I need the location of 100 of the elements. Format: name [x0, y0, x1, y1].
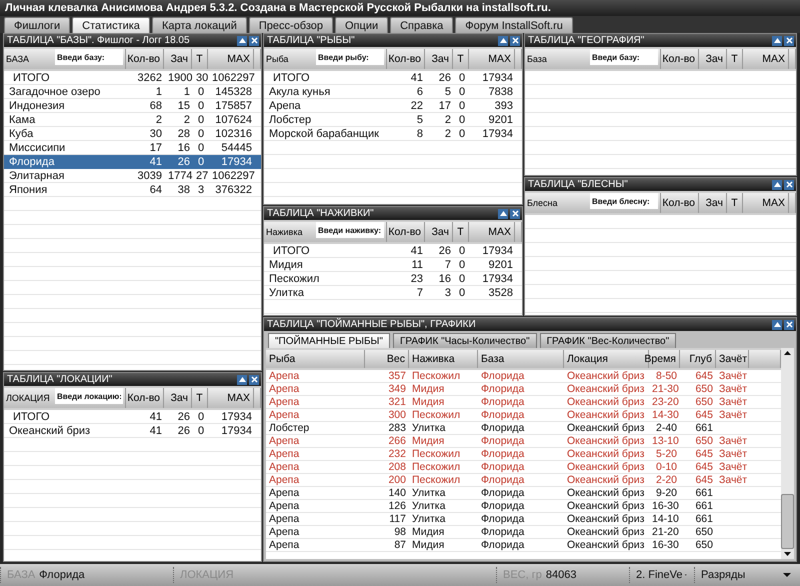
- column-header[interactable]: База: [527, 54, 547, 64]
- tab[interactable]: ГРАФИК "Часы-Количество": [392, 333, 537, 348]
- table-row[interactable]: Кама 2 2 0 107624: [4, 113, 261, 127]
- dropdown[interactable]: 2. FineVe: [629, 567, 694, 583]
- column-header[interactable]: MAX: [469, 49, 515, 69]
- table-row[interactable]: Куба 30 28 0 102316: [4, 127, 261, 141]
- tab[interactable]: Опции: [335, 17, 388, 33]
- close-button[interactable]: [784, 320, 794, 330]
- filter-field[interactable]: Введи локацию:: [55, 388, 123, 404]
- table-cell-text: 0: [196, 410, 206, 424]
- scroll-thumb[interactable]: [781, 494, 794, 549]
- table-cell-text: 645: [694, 461, 714, 474]
- filter-field[interactable]: Введи блесну:: [590, 193, 658, 209]
- table-row[interactable]: Океанский бриз 41 26 0 17934: [4, 424, 261, 438]
- column-header[interactable]: Кол-во: [126, 49, 164, 69]
- scrollbar[interactable]: [781, 348, 794, 559]
- close-button[interactable]: [784, 180, 794, 190]
- table-cell-text: Флорида: [480, 474, 526, 487]
- table-cell-text: 17: [148, 141, 163, 155]
- tab[interactable]: Пресс-обзор: [248, 17, 333, 33]
- column-header[interactable]: Т: [192, 49, 208, 69]
- collapse-button[interactable]: [498, 36, 508, 46]
- column-header[interactable]: Зач: [164, 49, 192, 69]
- table-row[interactable]: Япония 64 38 3 376322: [4, 183, 261, 197]
- column-header[interactable]: MAX: [469, 222, 515, 242]
- close-button[interactable]: [510, 208, 520, 218]
- table-cell-text: Океанский бриз: [566, 422, 646, 435]
- table-row[interactable]: Лобстер 5 2 0 9201: [264, 113, 522, 127]
- collapse-button[interactable]: [237, 374, 247, 384]
- tab[interactable]: Фишлоги: [4, 17, 70, 33]
- table-cell-text: 5-20: [654, 448, 678, 461]
- column-header[interactable]: Зач: [425, 49, 453, 69]
- collapse-button[interactable]: [498, 208, 508, 218]
- column-header[interactable]: Наживка: [266, 227, 302, 237]
- column-header[interactable]: Рыба: [266, 54, 288, 64]
- column-header[interactable]: База: [478, 350, 564, 368]
- column-header[interactable]: MAX: [208, 49, 254, 69]
- table-cell-text: Пескожил: [411, 409, 462, 422]
- tab[interactable]: Справка: [390, 17, 454, 33]
- column-header[interactable]: Глуб: [680, 350, 716, 368]
- table-row[interactable]: Элитарная 3039 1774 27 1062297: [4, 169, 261, 183]
- column-header[interactable]: Зач: [699, 49, 727, 69]
- column-header[interactable]: Наживка: [409, 350, 478, 368]
- table-row[interactable]: Миссисипи 17 16 0 54445: [4, 141, 261, 155]
- tab[interactable]: Форум InstallSoft.ru: [455, 17, 573, 33]
- column-header[interactable]: БАЗА: [6, 54, 30, 64]
- column-header[interactable]: Кол-во: [661, 49, 699, 69]
- table-cell-text: 2: [182, 113, 191, 127]
- table-cell-text: 145328: [214, 85, 253, 99]
- close-button[interactable]: [784, 36, 794, 46]
- table-row[interactable]: Улитка 7 3 0 3528: [264, 286, 522, 300]
- table-row[interactable]: Морской барабанщик 8 2 0 17934: [264, 127, 522, 141]
- column-header[interactable]: MAX: [743, 49, 789, 69]
- window-title: Личная клевалка Анисимова Андрея 5.3.2. Создана в Мастерской Русской Рыбалки на installsoft.ru.: [5, 2, 551, 14]
- table-row[interactable]: Индонезия 68 15 0 175857: [4, 99, 261, 113]
- column-header[interactable]: Зач: [425, 222, 453, 242]
- column-header[interactable]: Т: [727, 49, 743, 69]
- column-header[interactable]: MAX: [208, 388, 254, 408]
- column-header[interactable]: Рыба: [266, 350, 365, 368]
- column-header[interactable]: Зачёт: [716, 350, 749, 368]
- column-header[interactable]: Вес: [365, 350, 409, 368]
- tab[interactable]: ГРАФИК "Вес-Количество": [540, 333, 676, 348]
- table-row[interactable]: Акула кунья 6 5 0 7838: [264, 85, 522, 99]
- column-header[interactable]: Зач: [699, 193, 727, 213]
- table-row[interactable]: Арепа 22 17 0 393: [264, 99, 522, 113]
- column-header[interactable]: Кол-во: [126, 388, 164, 408]
- table-cell-text: 0: [458, 127, 466, 141]
- filter-field[interactable]: Введи наживку:: [316, 222, 384, 238]
- tab[interactable]: "ПОЙМАННЫЕ РЫБЫ": [268, 333, 390, 348]
- column-header[interactable]: Кол-во: [387, 49, 425, 69]
- table-row[interactable]: Пескожил 23 16 0 17934: [264, 272, 522, 286]
- column-header[interactable]: Т: [453, 49, 469, 69]
- column-header[interactable]: Кол-во: [387, 222, 425, 242]
- dropdown[interactable]: Разряды: [694, 567, 800, 583]
- tab[interactable]: Статистика: [72, 17, 150, 33]
- table-row[interactable]: Мидия 11 7 0 9201: [264, 258, 522, 272]
- filter-field[interactable]: Введи базу:: [55, 49, 123, 65]
- collapse-button[interactable]: [237, 36, 247, 46]
- close-button[interactable]: [249, 36, 259, 46]
- selected-row[interactable]: Флорида 41 26 0 17934: [4, 155, 261, 169]
- collapse-button[interactable]: [772, 36, 782, 46]
- column-header[interactable]: Кол-во: [661, 193, 699, 213]
- table-row[interactable]: Загадочное озеро 1 1 0 145328: [4, 85, 261, 99]
- collapse-button[interactable]: [772, 320, 782, 330]
- column-header[interactable]: Т: [453, 222, 469, 242]
- close-button[interactable]: [249, 374, 259, 384]
- table-cell-text: 17934: [481, 272, 514, 286]
- table-cell-text: 661: [694, 513, 714, 526]
- column-header[interactable]: MAX: [743, 193, 789, 213]
- tab[interactable]: Карта локаций: [152, 17, 247, 33]
- column-header[interactable]: Зач: [164, 388, 192, 408]
- filter-field[interactable]: Введи рыбу:: [316, 49, 384, 65]
- column-header[interactable]: Блесна: [527, 198, 558, 208]
- column-header[interactable]: Т: [727, 193, 743, 213]
- collapse-button[interactable]: [772, 180, 782, 190]
- filter-field[interactable]: Введи базу:: [590, 49, 658, 65]
- column-header[interactable]: ЛОКАЦИЯ: [6, 393, 50, 403]
- table-cell-text: 650: [694, 526, 714, 539]
- column-header[interactable]: Т: [192, 388, 208, 408]
- close-button[interactable]: [510, 36, 520, 46]
